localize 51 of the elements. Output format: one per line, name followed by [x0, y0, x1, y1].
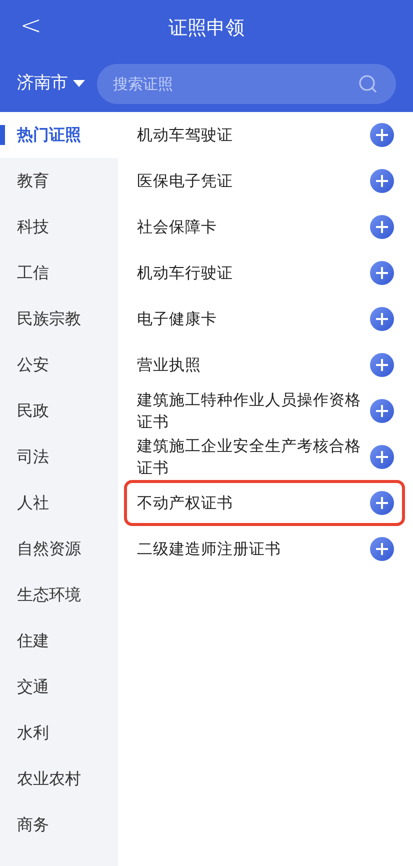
license-name: 机动车行驶证 — [137, 263, 234, 284]
category-item[interactable]: 民政 — [0, 388, 118, 434]
search-field[interactable]: 搜索证照 — [97, 64, 396, 104]
license-row[interactable]: 不动产权证书 — [124, 480, 405, 526]
license-name: 医保电子凭证 — [137, 171, 234, 192]
add-icon[interactable] — [370, 123, 394, 147]
license-name: 社会保障卡 — [137, 217, 218, 238]
add-icon[interactable] — [370, 169, 394, 193]
license-row[interactable]: 建筑施工企业安全生产考核合格证书 — [124, 434, 405, 480]
license-row[interactable]: 社会保障卡 — [124, 204, 405, 250]
add-icon[interactable] — [370, 445, 394, 469]
category-item[interactable]: 科技 — [0, 204, 118, 250]
category-item[interactable]: 民族宗教 — [0, 296, 118, 342]
category-item[interactable]: 住建 — [0, 618, 118, 664]
city-selector[interactable]: 济南市 — [17, 71, 85, 97]
license-name: 建筑施工特种作业人员操作资格证书 — [137, 390, 361, 433]
category-item[interactable]: 自然资源 — [0, 526, 118, 572]
add-icon[interactable] — [370, 261, 394, 285]
license-name: 二级建造师注册证书 — [137, 539, 282, 560]
license-name: 机动车驾驶证 — [137, 125, 234, 146]
add-icon[interactable] — [370, 537, 394, 561]
license-name: 电子健康卡 — [137, 309, 218, 330]
category-item[interactable]: 公安 — [0, 342, 118, 388]
license-name: 不动产权证书 — [137, 493, 234, 514]
license-row[interactable]: 营业执照 — [124, 342, 405, 388]
page-title: 证照申领 — [168, 16, 244, 41]
add-icon[interactable] — [370, 491, 394, 515]
caret-icon — [73, 80, 85, 88]
license-row[interactable]: 机动车行驶证 — [124, 250, 405, 296]
add-icon[interactable] — [370, 399, 394, 423]
license-name: 建筑施工企业安全生产考核合格证书 — [137, 436, 361, 479]
category-item[interactable]: 热门证照 — [0, 112, 118, 158]
category-item[interactable]: 司法 — [0, 434, 118, 480]
back-button[interactable]: < — [16, 10, 46, 42]
category-item[interactable]: 商务 — [0, 802, 118, 848]
license-row[interactable]: 二级建造师注册证书 — [124, 526, 405, 572]
category-item[interactable]: 农业农村 — [0, 756, 118, 802]
add-icon[interactable] — [370, 353, 394, 377]
category-item[interactable]: 工信 — [0, 250, 118, 296]
license-row[interactable]: 建筑施工特种作业人员操作资格证书 — [124, 388, 405, 434]
category-item[interactable]: 水利 — [0, 710, 118, 756]
add-icon[interactable] — [370, 307, 394, 331]
category-item[interactable]: 生态环境 — [0, 572, 118, 618]
license-row[interactable]: 机动车驾驶证 — [124, 112, 405, 158]
license-row[interactable]: 医保电子凭证 — [124, 158, 405, 204]
category-item[interactable]: 教育 — [0, 158, 118, 204]
license-row[interactable]: 电子健康卡 — [124, 296, 405, 342]
license-name: 营业执照 — [137, 355, 202, 376]
category-item[interactable]: 人社 — [0, 480, 118, 526]
category-item[interactable]: 交通 — [0, 664, 118, 710]
add-icon[interactable] — [370, 215, 394, 239]
